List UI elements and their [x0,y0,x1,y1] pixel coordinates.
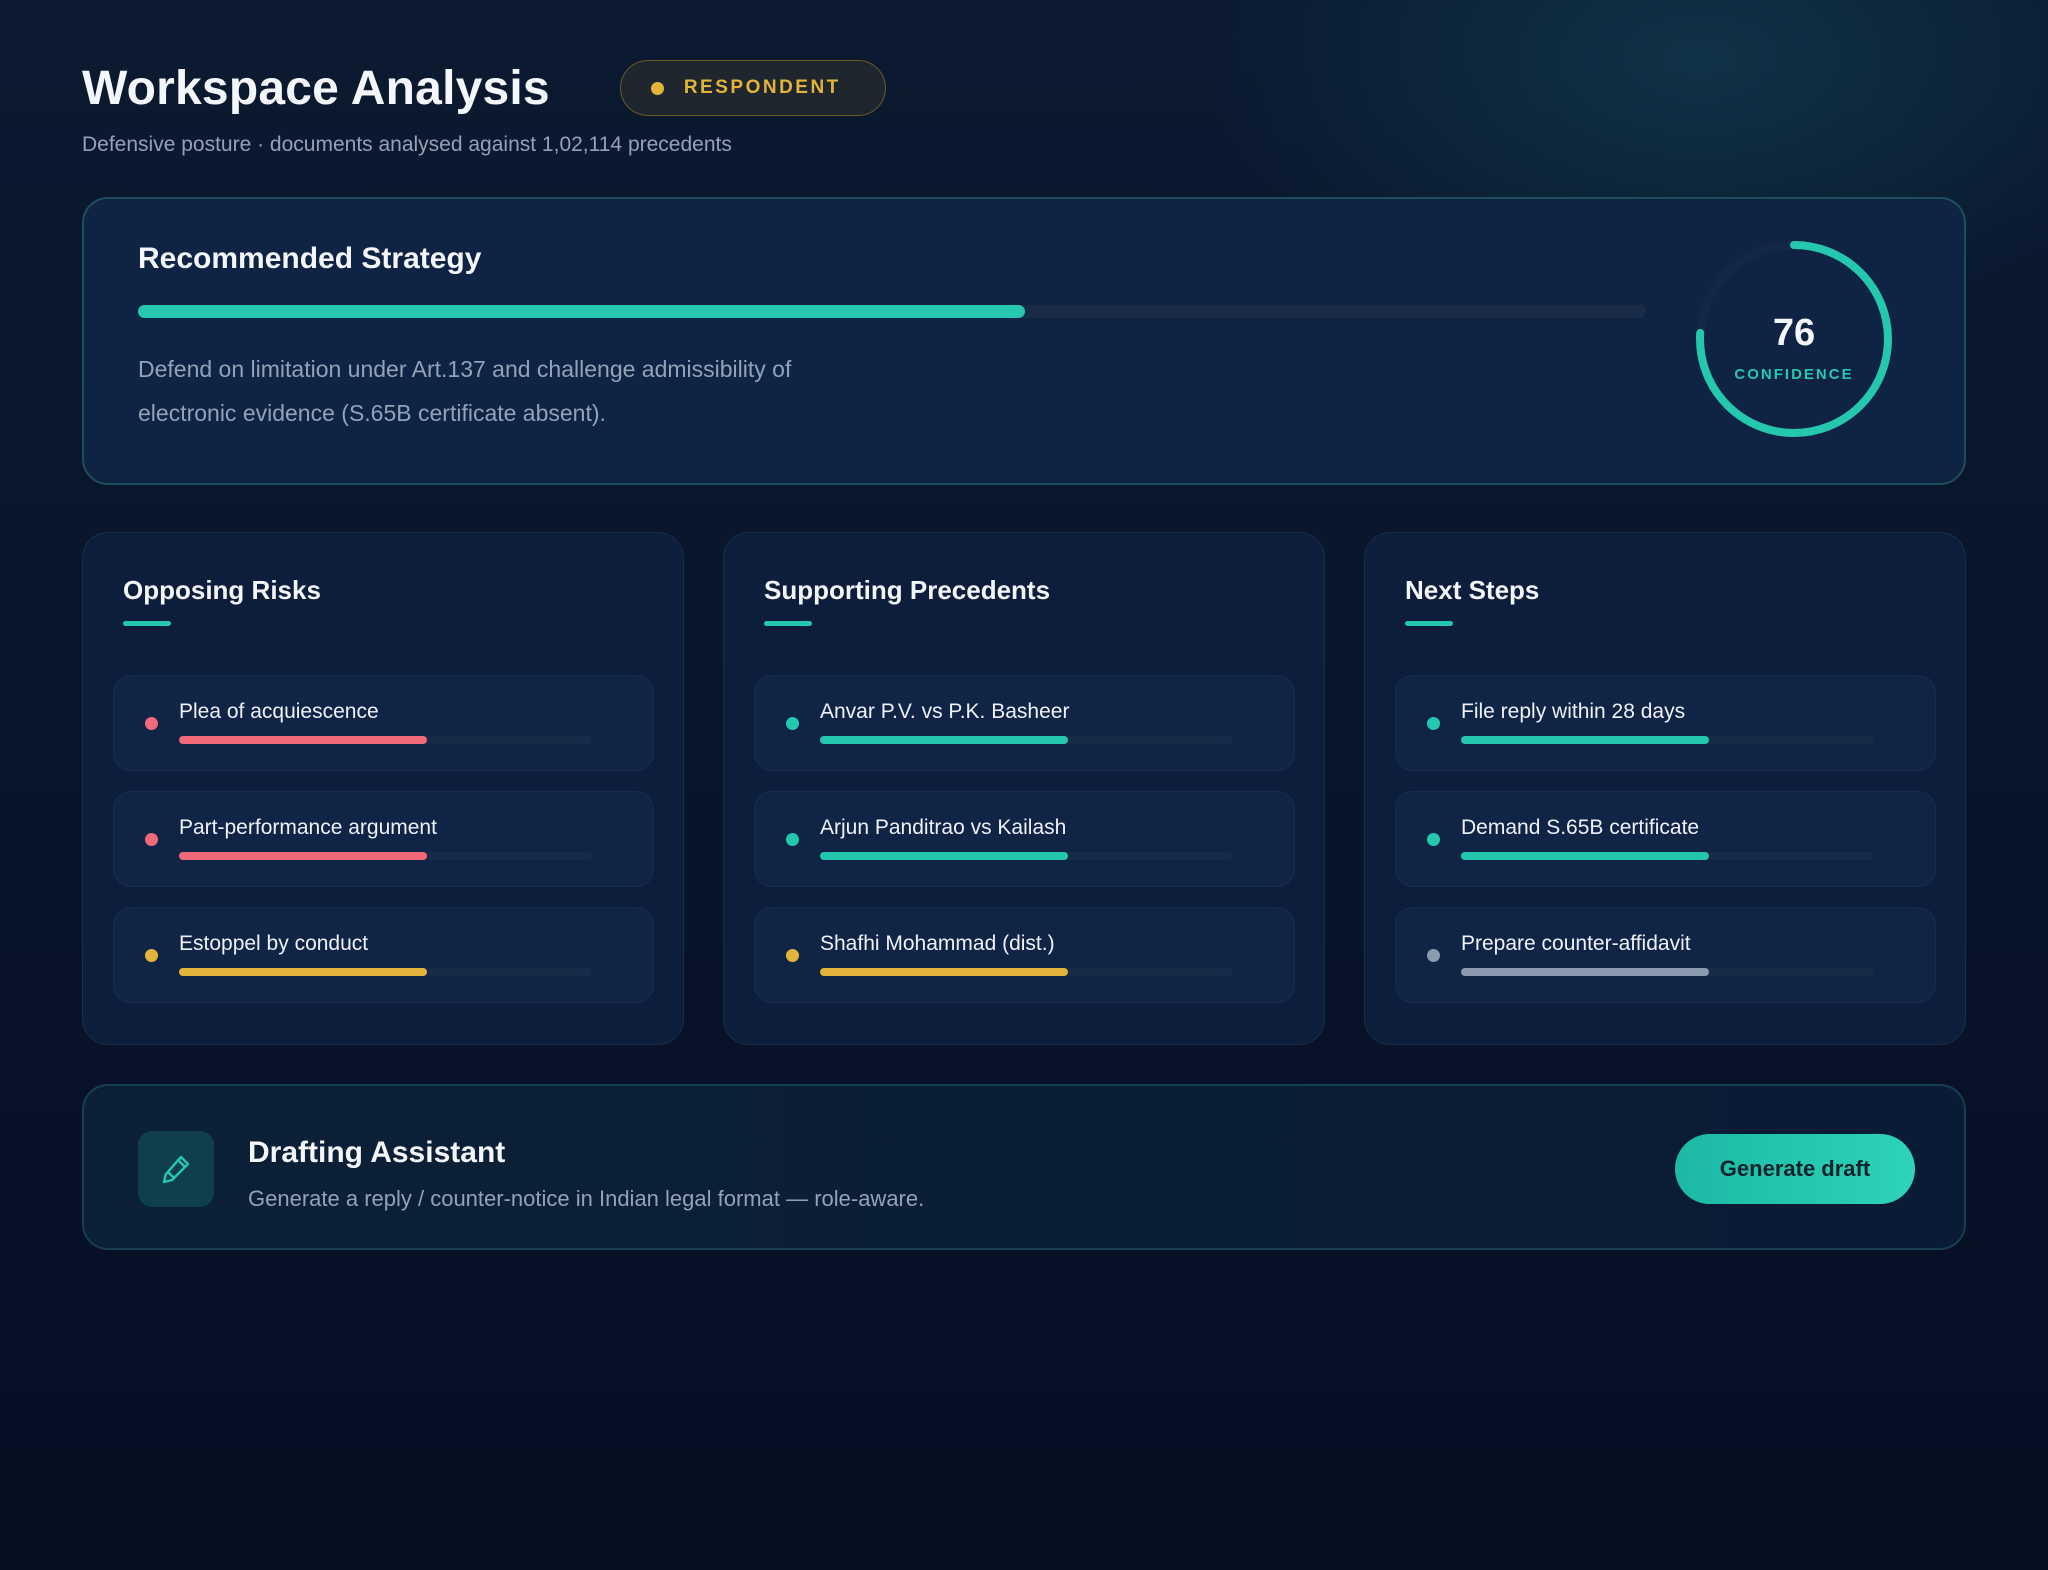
risk-item[interactable]: Estoppel by conduct [113,907,654,1003]
drafting-assistant-card: Drafting Assistant Generate a reply / co… [82,1084,1966,1250]
precedent-item[interactable]: Shafhi Mohammad (dist.) [754,907,1295,1003]
generate-draft-button[interactable]: Generate draft [1675,1134,1915,1204]
confidence-gauge: 76 CONFIDENCE [1694,239,1894,439]
risk-label: Estoppel by conduct [179,932,369,955]
precedent-dot [786,949,799,962]
next-step-item[interactable]: Demand S.65B certificate [1395,791,1936,887]
confidence-label: CONFIDENCE [1734,366,1854,383]
risk-level-bar [179,852,592,860]
risk-dot [145,833,158,846]
step-label: Demand S.65B certificate [1461,816,1700,839]
risk-dot [145,717,158,730]
drafting-assistant-description: Generate a reply / counter-notice in Ind… [248,1186,925,1211]
drafting-assistant-title: Drafting Assistant [248,1136,506,1169]
strategy-progress-fill [138,305,1025,318]
step-dot [1427,833,1440,846]
precedent-dot [786,833,799,846]
role-status-dot [650,81,664,95]
risk-label: Plea of acquiescence [179,700,379,723]
step-label: File reply within 28 days [1461,700,1686,723]
precedent-dot [786,717,799,730]
risk-level-fill [179,968,427,976]
opposing-risks-title: Opposing Risks [123,575,321,605]
pencil-icon [138,1131,214,1207]
step-progress-fill [1461,852,1709,860]
supporting-precedents-card: Supporting Precedents Anvar P.V. vs P.K.… [723,532,1325,1045]
role-badge: RESPONDENT [619,60,886,116]
precedent-item[interactable]: Arjun Panditrao vs Kailash [754,791,1295,887]
risk-item[interactable]: Part-performance argument [113,791,654,887]
next-step-item[interactable]: File reply within 28 days [1395,675,1936,771]
title-underline [764,621,812,626]
step-label: Prepare counter-affidavit [1461,932,1691,955]
role-badge-label: RESPONDENT [683,77,841,98]
pencil-icon-glyph [162,1155,190,1184]
precedent-strength-bar [820,852,1233,860]
opposing-risks-card: Opposing Risks Plea of acquiescence Part… [82,532,684,1045]
step-progress-bar [1461,736,1874,744]
step-dot [1427,949,1440,962]
precedent-label: Shafhi Mohammad (dist.) [820,932,1055,955]
precedent-strength-fill [820,852,1068,860]
risk-level-bar [179,968,592,976]
next-steps-card: Next Steps File reply within 28 days Dem… [1364,532,1966,1045]
recommended-strategy-card: Recommended Strategy Defend on limitatio… [82,197,1966,485]
next-step-item[interactable]: Prepare counter-affidavit [1395,907,1936,1003]
strategy-description: Defend on limitation under Art.137 and c… [138,356,792,426]
confidence-value: 76 [1772,312,1816,354]
page-header: Workspace Analysis RESPONDENT [82,58,886,118]
risk-dot [145,949,158,962]
risk-level-bar [179,736,592,744]
next-steps-title: Next Steps [1405,575,1540,605]
risk-label: Part-performance argument [179,816,437,839]
supporting-precedents-title: Supporting Precedents [764,575,1051,605]
risk-level-fill [179,736,427,744]
precedent-label: Arjun Panditrao vs Kailash [820,816,1067,839]
title-underline [123,621,171,626]
step-progress-fill [1461,968,1709,976]
strategy-progress-bar [138,305,1646,318]
risk-level-fill [179,852,427,860]
title-underline [1405,621,1453,626]
step-dot [1427,717,1440,730]
page-subtitle: Defensive posture · documents analysed a… [82,133,732,156]
precedent-strength-fill [820,968,1068,976]
precedent-label: Anvar P.V. vs P.K. Basheer [820,700,1070,723]
page-title: Workspace Analysis [82,61,550,115]
risk-item[interactable]: Plea of acquiescence [113,675,654,771]
strategy-title: Recommended Strategy [138,242,482,275]
step-progress-bar [1461,852,1874,860]
precedent-strength-bar [820,968,1233,976]
precedent-strength-bar [820,736,1233,744]
step-progress-fill [1461,736,1709,744]
precedent-item[interactable]: Anvar P.V. vs P.K. Basheer [754,675,1295,771]
precedent-strength-fill [820,736,1068,744]
step-progress-bar [1461,968,1874,976]
